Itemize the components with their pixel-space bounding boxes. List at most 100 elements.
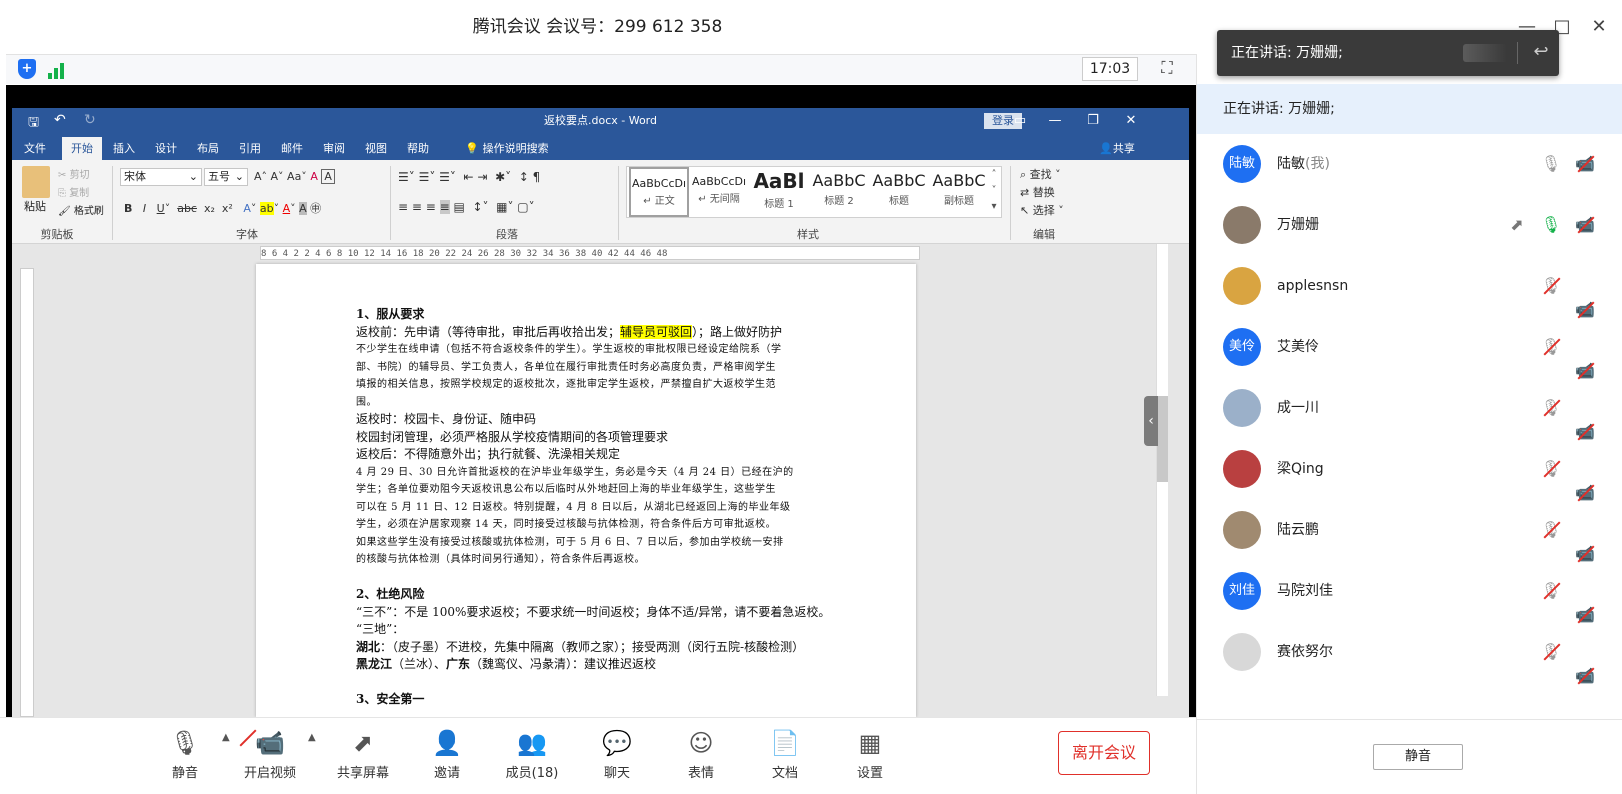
participant-name: 陆云鹏 xyxy=(1277,522,1319,538)
close-icon[interactable]: ✕ xyxy=(1586,14,1612,40)
select-button[interactable]: ↖ 选择 ˅ xyxy=(1020,202,1064,218)
style-no-spacing[interactable]: AaBbCcDı ↵ 无间隔 xyxy=(689,167,749,217)
person-icon: 👤 xyxy=(1099,142,1113,155)
participant-list[interactable]: 陆敏 陆敏(我) 🎙 📹 万姗姗 ⬈ 🎙 📹 applesnsn 🎙 📹 美伶 艾美伶 🎙 📹 成一川 🎙 📹 梁Q… xyxy=(1197,134,1622,774)
tell-me-search[interactable]: 💡 操作说明搜索 xyxy=(452,137,562,160)
tab-view[interactable]: 视图 xyxy=(360,137,392,160)
document-page[interactable]: 1、服从要求 返校前：先申请（等待审批，审批后再收拾出发；辅导员可驳回）；路上做… xyxy=(256,264,916,717)
clipboard-group-label: 剪贴板 xyxy=(40,228,74,241)
participant-name: 成一川 xyxy=(1277,400,1319,416)
tab-insert[interactable]: 插入 xyxy=(108,137,140,160)
docs-button[interactable]: 📄 文档 xyxy=(750,726,820,790)
tab-home[interactable]: 开始 xyxy=(62,137,102,160)
settings-button[interactable]: ▦ 设置 xyxy=(835,726,905,790)
ribbon-separator xyxy=(1010,166,1011,240)
cut-button[interactable]: ✂ 剪切 xyxy=(58,166,90,181)
microphone-icon[interactable]: 🎙 xyxy=(1539,396,1563,420)
microphone-icon[interactable]: 🎙 xyxy=(1539,274,1563,298)
participant-name: 艾美伶 xyxy=(1277,339,1319,355)
list-buttons[interactable]: ☰˅ ☰˅ ☰˅ ⇤ ⇥ ✱˅ ↕ ¶ xyxy=(398,170,540,184)
participant-row[interactable]: 梁Qing 🎙 📹 xyxy=(1197,439,1622,502)
microphone-icon: 🎙 xyxy=(169,729,201,757)
share-screen-icon: ⬈ xyxy=(352,729,374,757)
tab-file[interactable]: 文件 xyxy=(20,137,50,160)
members-footer: 静音 xyxy=(1197,719,1622,794)
participant-row[interactable]: 刘佳 马院刘佳 🎙 📹 xyxy=(1197,561,1622,624)
style-heading-1[interactable]: AaBl 标题 1 xyxy=(749,167,809,217)
scroll-thumb[interactable] xyxy=(1157,396,1168,482)
word-close-icon[interactable]: ✕ xyxy=(1112,108,1150,134)
style-title[interactable]: AaBbC 标题 xyxy=(869,167,929,217)
paste-icon[interactable] xyxy=(22,166,50,198)
shield-icon[interactable]: + xyxy=(18,59,36,79)
copy-button[interactable]: ⎘ 复制 xyxy=(58,184,89,199)
style-normal[interactable]: AaBbCcDı ↵ 正文 xyxy=(629,167,689,217)
style-subtitle[interactable]: AaBbC 副标题 xyxy=(929,167,989,217)
doc-line: 湖北：（皮子墨）不进校，先集中隔离（教师之家）；接受两测（闵行五院-核酸检测） xyxy=(356,639,805,654)
participant-row[interactable]: 成一川 🎙 📹 xyxy=(1197,378,1622,441)
word-window: 🖫 ↶ ↻ 返校要点.docx - Word 登录 ▭ — ❐ ✕ 文件 开始 … xyxy=(12,108,1189,717)
replace-button[interactable]: ⇄ 替换 xyxy=(1020,184,1055,200)
font-name-select[interactable]: 宋体 ⌄ xyxy=(120,168,202,186)
font-format-buttons[interactable]: B I U˅ abc x₂ x² A˅ ab˅ A˅ A ㊥ xyxy=(124,200,321,216)
camera-off-icon[interactable]: 📹 xyxy=(1573,152,1597,176)
participant-row[interactable]: 万姗姗 ⬈ 🎙 📹 xyxy=(1197,195,1622,256)
microphone-icon[interactable]: 🎙 xyxy=(1539,457,1563,481)
camera-off-icon[interactable]: 📹 xyxy=(1573,213,1597,237)
avatar: 美伶 xyxy=(1223,328,1261,366)
align-buttons[interactable]: ≡ ≡ ≡ ≡ ▤ ↕˅ ▦˅ ▢˅ xyxy=(398,200,535,214)
style-heading-2[interactable]: AaBbC 标题 2 xyxy=(809,167,869,217)
fullscreen-icon[interactable]: ⛶ xyxy=(1156,58,1178,80)
vertical-ruler[interactable] xyxy=(20,268,34,717)
styles-scroll-icon[interactable]: ˄ ˅ ▾ xyxy=(987,167,1001,217)
video-options-caret[interactable]: ▲ xyxy=(308,732,316,743)
tab-help[interactable]: 帮助 xyxy=(402,137,434,160)
invite-button[interactable]: 👤 邀请 xyxy=(412,726,482,790)
find-button[interactable]: ⌕ 查找 ˅ xyxy=(1020,166,1061,182)
share-button[interactable]: 👤共享 xyxy=(1092,137,1142,160)
participant-row[interactable]: applesnsn 🎙 📹 xyxy=(1197,256,1622,319)
participant-row[interactable]: 美伶 艾美伶 🎙 📹 xyxy=(1197,317,1622,380)
word-restore-icon[interactable]: ❐ xyxy=(1074,108,1112,134)
word-minimize-icon[interactable]: — xyxy=(1036,108,1074,134)
format-painter-button[interactable]: 🖌 格式刷 xyxy=(58,202,104,217)
microphone-icon[interactable]: 🎙 xyxy=(1539,335,1563,359)
signal-icon[interactable] xyxy=(48,59,68,79)
horizontal-ruler[interactable]: 8 6 4 2 2 4 6 8 10 12 14 16 18 20 22 24 … xyxy=(260,246,920,260)
microphone-icon[interactable]: 🎙 xyxy=(1539,152,1563,176)
tab-references[interactable]: 引用 xyxy=(234,137,266,160)
share-screen-button[interactable]: ⬈ 共享屏幕 xyxy=(328,726,398,790)
participant-row[interactable]: 陆云鹏 🎙 📹 xyxy=(1197,500,1622,563)
microphone-icon[interactable]: 🎙 xyxy=(1539,213,1563,237)
chat-button[interactable]: 💬 聊天 xyxy=(582,726,652,790)
doc-line: 校园封闭管理，必须严格服从学校疫情期间的各项管理要求 xyxy=(356,429,669,444)
tab-review[interactable]: 审阅 xyxy=(318,137,350,160)
mute-button[interactable]: 🎙 静音 xyxy=(150,726,220,790)
emoji-button[interactable]: ☺ 表情 xyxy=(666,726,736,790)
me-label: (我) xyxy=(1305,156,1330,172)
doc-line: 学生；各单位要劝阻今天返校讯息公布以后临时从外地赶回上海的毕业年级学生，这些学生 xyxy=(356,484,776,495)
audio-options-caret[interactable]: ▲ xyxy=(222,732,230,743)
collapse-sidebar-icon[interactable]: ‹ xyxy=(1144,396,1158,446)
tab-mailings[interactable]: 邮件 xyxy=(276,137,308,160)
avatar: 刘佳 xyxy=(1223,572,1261,610)
font-size-select[interactable]: 五号 ⌄ xyxy=(204,168,248,186)
mute-all-button[interactable]: 静音 xyxy=(1373,744,1463,770)
document-body[interactable]: 1、服从要求 返校前：先申请（等待审批，审批后再收拾出发；辅导员可驳回）；路上做… xyxy=(356,306,836,709)
participant-row[interactable]: 陆敏 陆敏(我) 🎙 📹 xyxy=(1197,134,1622,195)
members-button[interactable]: 👥 成员(18) xyxy=(497,726,567,790)
highlighted-text: 辅导员可驳回 xyxy=(620,324,693,339)
lightbulb-icon: 💡 xyxy=(465,142,480,155)
paste-label[interactable]: 粘贴 xyxy=(24,198,46,214)
font-size-grow-shrink[interactable]: A˄ A˅ Aa˅ A A xyxy=(254,169,335,184)
leave-meeting-button[interactable]: 离开会议 xyxy=(1058,731,1150,775)
camera-off-icon[interactable]: 📹 xyxy=(1573,664,1597,688)
tab-design[interactable]: 设计 xyxy=(150,137,182,160)
microphone-icon[interactable]: 🎙 xyxy=(1539,518,1563,542)
participant-row[interactable]: 赛依努尔 🎙 📹 xyxy=(1197,622,1622,685)
microphone-icon[interactable]: 🎙 xyxy=(1539,579,1563,603)
return-arrow-icon[interactable]: ↩ xyxy=(1529,40,1553,64)
video-button[interactable]: 📹 开启视频 xyxy=(235,726,305,790)
microphone-icon[interactable]: 🎙 xyxy=(1539,640,1563,664)
tab-layout[interactable]: 布局 xyxy=(192,137,224,160)
